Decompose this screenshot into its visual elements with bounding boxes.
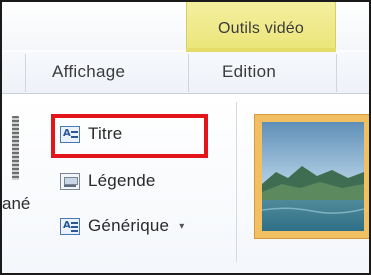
contextual-tab-label: Outils vidéo	[218, 20, 304, 37]
caption-icon	[60, 172, 80, 190]
generique-label: Générique	[88, 216, 170, 235]
ribbon-panel: ané A Titre Légende A Générique ▾	[2, 94, 369, 273]
ribbon-tab-row: Affichage Edition	[2, 52, 369, 94]
highlight-box	[51, 114, 208, 158]
grip-handle	[12, 116, 19, 180]
chevron-down-icon[interactable]: ▾	[179, 221, 184, 232]
credits-icon: A	[60, 217, 80, 235]
legende-label: Légende	[88, 171, 156, 190]
tab-edition[interactable]: Edition	[222, 62, 276, 82]
video-thumbnail[interactable]	[254, 114, 369, 239]
tab-separator	[188, 54, 189, 92]
ribbon-window: Outils vidéo Affichage Edition ané A Tit…	[2, 2, 369, 273]
contextual-tab-video-tools[interactable]: Outils vidéo	[186, 2, 336, 50]
video-thumbnail-icon	[262, 122, 364, 231]
legende-button[interactable]: Légende	[60, 171, 156, 191]
tab-separator	[25, 54, 26, 92]
tab-separator	[336, 54, 337, 92]
generique-button[interactable]: A Générique ▾	[60, 216, 184, 236]
truncated-label: ané	[2, 194, 31, 213]
tab-affichage[interactable]: Affichage	[52, 62, 125, 82]
group-separator	[236, 102, 237, 262]
